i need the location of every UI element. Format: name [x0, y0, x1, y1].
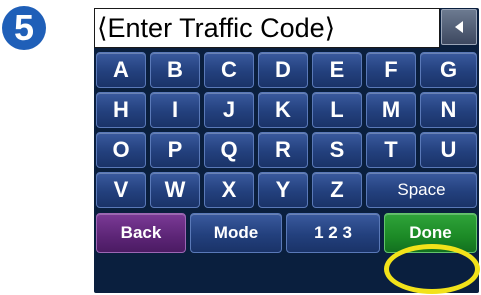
space-key[interactable]: Space: [366, 172, 477, 208]
done-button[interactable]: Done: [384, 213, 477, 253]
key-p[interactable]: P: [150, 132, 200, 168]
backspace-button[interactable]: [441, 9, 477, 45]
key-n[interactable]: N: [420, 92, 477, 128]
step-number-badge: 5: [2, 6, 46, 50]
key-k[interactable]: K: [258, 92, 308, 128]
key-b[interactable]: B: [150, 52, 200, 88]
traffic-code-input[interactable]: ⟨Enter Traffic Code⟩: [94, 8, 440, 48]
key-g[interactable]: G: [420, 52, 477, 88]
key-v[interactable]: V: [96, 172, 146, 208]
key-d[interactable]: D: [258, 52, 308, 88]
key-f[interactable]: F: [366, 52, 416, 88]
key-z[interactable]: Z: [312, 172, 362, 208]
key-e[interactable]: E: [312, 52, 362, 88]
key-x[interactable]: X: [204, 172, 254, 208]
key-q[interactable]: Q: [204, 132, 254, 168]
key-l[interactable]: L: [312, 92, 362, 128]
numbers-button[interactable]: 1 2 3: [286, 213, 380, 253]
mode-button[interactable]: Mode: [190, 213, 282, 253]
key-c[interactable]: C: [204, 52, 254, 88]
key-w[interactable]: W: [150, 172, 200, 208]
triangle-left-icon: [455, 21, 463, 33]
key-t[interactable]: T: [366, 132, 416, 168]
key-a[interactable]: A: [96, 52, 146, 88]
key-y[interactable]: Y: [258, 172, 308, 208]
key-j[interactable]: J: [204, 92, 254, 128]
keyboard-screen: ⟨Enter Traffic Code⟩ A B C D E F G H I J…: [94, 8, 479, 293]
key-r[interactable]: R: [258, 132, 308, 168]
back-button[interactable]: Back: [96, 213, 186, 253]
key-h[interactable]: H: [96, 92, 146, 128]
key-o[interactable]: O: [96, 132, 146, 168]
key-i[interactable]: I: [150, 92, 200, 128]
key-m[interactable]: M: [366, 92, 416, 128]
key-s[interactable]: S: [312, 132, 362, 168]
key-u[interactable]: U: [420, 132, 477, 168]
